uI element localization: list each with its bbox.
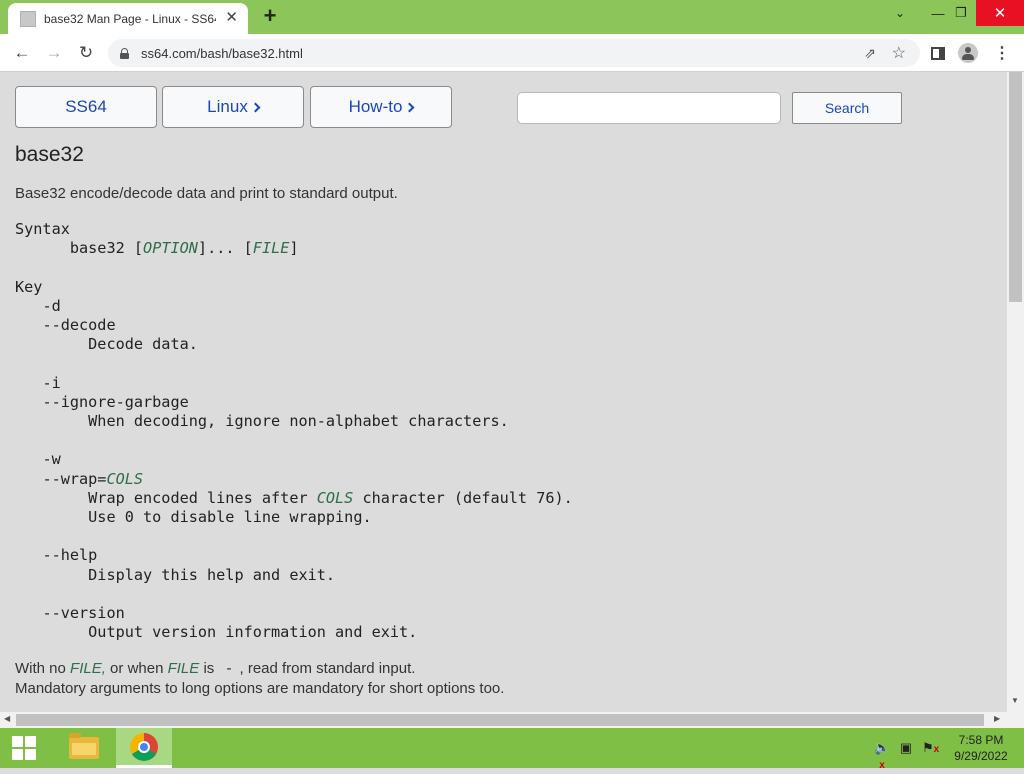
vertical-scroll-thumb[interactable] xyxy=(1009,72,1022,302)
browser-title-bar: base32 Man Page - Linux - SS64. ✕ + ⌄ — … xyxy=(0,0,1024,34)
network-icon[interactable]: ▣ xyxy=(898,740,914,756)
option-description: When decoding, ignore non-alphabet chara… xyxy=(88,412,509,431)
nav-howto-label: How-to xyxy=(348,97,403,116)
option-flag: --version xyxy=(42,604,125,623)
nav-linux-button[interactable]: Linux xyxy=(162,86,304,128)
option-flag: --decode xyxy=(42,316,116,335)
nav-linux-label: Linux xyxy=(207,97,248,116)
chevron-right-icon xyxy=(404,102,415,113)
windows-taskbar: 🔈x ▣ ⚑x 7:58 PM 9/29/2022 xyxy=(0,728,1024,771)
address-bar[interactable]: ss64.com/bash/base32.html ⇗ ☆ xyxy=(108,39,920,67)
option-flag: -w xyxy=(42,450,61,469)
footer-text: With no xyxy=(15,660,71,677)
scroll-down-arrow-icon[interactable]: ▼ xyxy=(1011,696,1019,705)
tab-close-icon[interactable]: ✕ xyxy=(225,10,238,26)
syntax-heading: Syntax xyxy=(15,220,70,238)
scroll-right-arrow-icon[interactable]: ▶ xyxy=(994,714,1000,723)
bookmark-star-icon[interactable]: ☆ xyxy=(892,43,906,63)
option-description: Use 0 to disable line wrapping. xyxy=(88,508,372,527)
option-description: Decode data. xyxy=(88,335,198,354)
url-text[interactable]: ss64.com/bash/base32.html xyxy=(141,46,303,61)
syntax-file-arg: FILE xyxy=(252,239,290,258)
search-button[interactable]: Search xyxy=(792,92,902,124)
page-summary: Base32 encode/decode data and print to s… xyxy=(15,185,398,202)
volume-muted-icon[interactable]: 🔈x xyxy=(874,740,890,771)
option-flag: -i xyxy=(42,373,61,392)
vertical-scrollbar[interactable]: ▲ ▼ xyxy=(1007,72,1024,712)
tab-title: base32 Man Page - Linux - SS64. xyxy=(44,11,216,26)
footer-stdin-note: With no FILE, or when FILE is -, read fr… xyxy=(15,659,415,677)
taskbar-file-explorer[interactable] xyxy=(56,728,112,768)
clock-time: 7:58 PM xyxy=(958,733,1004,747)
option-flag: --wrap= xyxy=(42,469,107,488)
option-description: Wrap encoded lines after xyxy=(88,488,317,507)
windows-logo-icon xyxy=(12,736,36,760)
forward-arrow-icon[interactable]: → xyxy=(42,41,66,65)
option-flag: -d xyxy=(42,296,61,315)
option-flag-arg: COLS xyxy=(106,469,144,488)
window-restore-button[interactable]: ❐ xyxy=(943,0,979,26)
footer-file-arg: FILE xyxy=(167,660,200,677)
syntax-ellipsis: ]... [ xyxy=(197,239,253,258)
man-page-body: Syntax base32 [OPTION]... [FILE] Key -d … xyxy=(15,220,573,642)
horizontal-scrollbar[interactable]: ◀ ▶ xyxy=(0,712,1024,728)
system-clock[interactable]: 7:58 PM 9/29/2022 xyxy=(946,732,1016,764)
syntax-command: base32 xyxy=(69,239,125,258)
nav-howto-button[interactable]: How-to xyxy=(310,86,452,128)
footer-text: or when xyxy=(105,660,168,677)
lock-icon[interactable] xyxy=(120,47,129,59)
nav-ss64-label: SS64 xyxy=(65,97,107,116)
option-flag: --ignore-garbage xyxy=(42,392,189,411)
browser-toolbar: ← → ↻ ss64.com/bash/base32.html ⇗ ☆ ⋮ xyxy=(0,34,1024,72)
more-menu-icon[interactable]: ⋮ xyxy=(992,43,1012,63)
page-viewport: SS64 Linux How-to Search base32 Base32 e… xyxy=(0,72,1007,712)
reload-icon[interactable]: ↻ xyxy=(74,41,98,65)
chrome-icon xyxy=(130,732,158,761)
footer-dash: - xyxy=(224,659,234,677)
taskbar-chrome[interactable] xyxy=(116,728,172,768)
page-favicon-icon xyxy=(20,10,36,27)
syntax-option-arg: OPTION xyxy=(143,239,198,258)
footer-text: is xyxy=(199,660,219,677)
start-button[interactable] xyxy=(0,728,48,768)
side-panel-icon[interactable] xyxy=(928,43,948,63)
option-description: Output version information and exit. xyxy=(88,623,418,642)
option-description: character (default 76). xyxy=(353,488,573,507)
profile-avatar-icon[interactable] xyxy=(958,43,978,63)
search-input[interactable] xyxy=(517,92,781,124)
new-tab-button[interactable]: + xyxy=(258,5,282,28)
horizontal-scroll-thumb[interactable] xyxy=(16,714,984,726)
footer-file-arg: FILE, xyxy=(70,660,106,677)
page-title: base32 xyxy=(15,143,84,166)
clock-date: 9/29/2022 xyxy=(954,749,1008,763)
option-description: Display this help and exit. xyxy=(88,565,336,584)
share-icon[interactable]: ⇗ xyxy=(864,45,876,62)
scroll-left-arrow-icon[interactable]: ◀ xyxy=(4,714,10,723)
action-center-flag-icon[interactable]: ⚑x xyxy=(922,740,939,756)
tab-search-chevron-icon[interactable]: ⌄ xyxy=(882,0,918,26)
window-close-button[interactable]: ✕ xyxy=(976,0,1024,26)
back-arrow-icon[interactable]: ← xyxy=(10,41,34,65)
browser-tab[interactable]: base32 Man Page - Linux - SS64. ✕ xyxy=(8,3,248,34)
option-description-arg: COLS xyxy=(316,488,354,507)
footer-text: , read from standard input. xyxy=(239,660,416,677)
key-heading: Key xyxy=(15,277,43,296)
chevron-right-icon xyxy=(250,102,261,113)
folder-icon xyxy=(69,733,99,759)
footer-mandatory-note: Mandatory arguments to long options are … xyxy=(15,680,505,697)
nav-ss64-button[interactable]: SS64 xyxy=(15,86,157,128)
option-flag: --help xyxy=(42,546,98,565)
